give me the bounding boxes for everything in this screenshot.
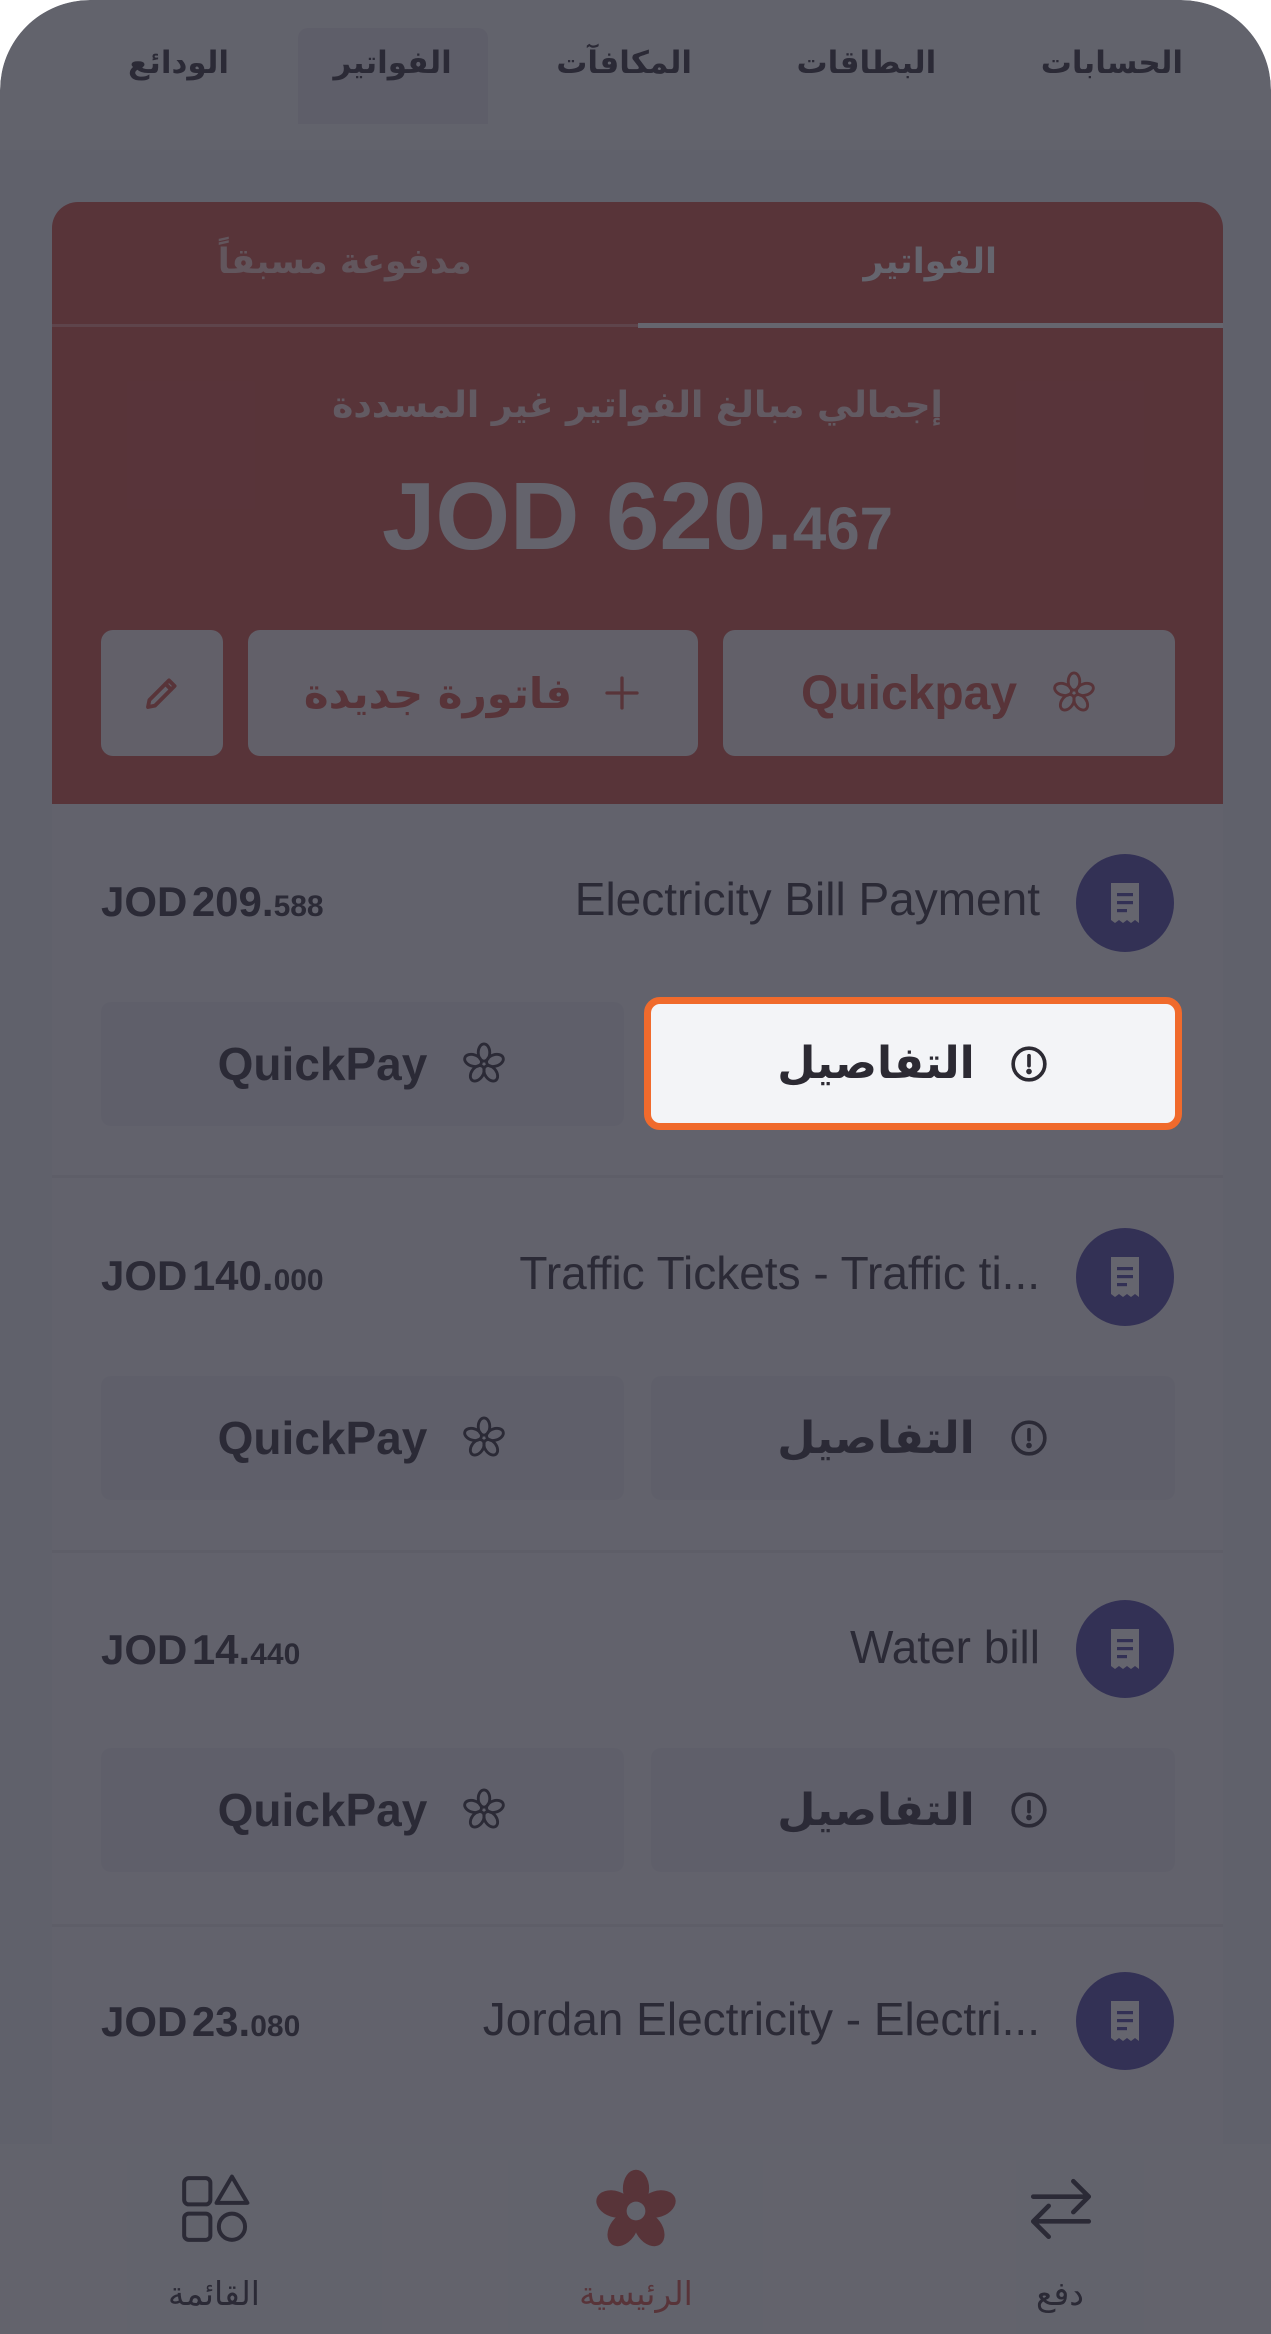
segment-active-indicator	[638, 323, 1223, 328]
flower-logo-icon	[463, 1416, 506, 1457]
pencil-icon	[146, 678, 177, 709]
segment-bills[interactable]: الفواتير	[638, 202, 1224, 326]
total-unpaid-amount: JOD 620.467	[52, 462, 1223, 572]
total-amount-major: 620.	[606, 463, 793, 570]
bill-receipt-icon	[1076, 1972, 1174, 2070]
total-amount-minor: 467	[792, 495, 893, 562]
info-icon	[1011, 1045, 1047, 1082]
tab-cards[interactable]: البطاقات	[760, 28, 972, 124]
bottom-navigation: القائمة الرئيسية دفع	[0, 2144, 1271, 2334]
bill-amount: JOD 23.080	[101, 1998, 301, 2045]
flower-logo-icon	[1053, 671, 1095, 712]
nav-menu[interactable]: القائمة	[64, 2144, 364, 2334]
nav-pay-label: دفع	[1035, 2274, 1085, 2313]
new-bill-button[interactable]: فاتورة جديدة	[248, 630, 698, 756]
tab-rewards[interactable]: المكافآت	[520, 28, 728, 124]
top-tab-bar: الحسابات البطاقات المكافآت الفواتير الود…	[0, 0, 1271, 150]
flower-logo-icon	[596, 2169, 676, 2247]
plus-icon	[605, 676, 639, 710]
nav-home[interactable]: الرئيسية	[486, 2144, 786, 2334]
total-currency: JOD	[381, 463, 580, 570]
bill-name: Electricity Bill Payment	[574, 873, 1040, 925]
bill-name: Traffic Tickets - Traffic ti...	[519, 1247, 1040, 1299]
shapes-menu-icon	[182, 2174, 250, 2242]
quickpay-button[interactable]: QuickPay	[101, 1748, 624, 1872]
nav-menu-label: القائمة	[168, 2274, 260, 2313]
transfer-arrows-icon	[1030, 2178, 1092, 2240]
info-icon	[1011, 1792, 1047, 1828]
tab-accounts[interactable]: الحسابات	[1005, 28, 1219, 124]
bill-amount: JOD 140.000	[101, 1252, 324, 1299]
total-unpaid-label: إجمالي مبالغ الفواتير غير المسددة	[332, 385, 943, 426]
flower-logo-icon	[463, 1788, 506, 1829]
quickpay-all-button[interactable]: Quickpay	[723, 630, 1175, 756]
bill-name: Jordan Electricity - Electri...	[482, 1993, 1040, 2045]
details-button[interactable]: التفاصيل	[651, 1376, 1175, 1500]
bill-name: Water bill	[850, 1621, 1040, 1673]
details-label: التفاصيل	[777, 1038, 975, 1089]
nav-pay[interactable]: دفع	[910, 2144, 1210, 2334]
details-button[interactable]: التفاصيل	[651, 1748, 1175, 1872]
app-screen: الحسابات البطاقات المكافآت الفواتير الود…	[0, 0, 1271, 2334]
bill-receipt-icon	[1076, 1228, 1174, 1326]
bill-amount: JOD 14.440	[101, 1626, 301, 1673]
new-bill-label: فاتورة جديدة	[303, 668, 573, 718]
quickpay-button[interactable]: QuickPay	[101, 1376, 624, 1500]
quickpay-label: Quickpay	[800, 666, 1018, 720]
bill-receipt-icon	[1076, 1600, 1174, 1698]
bills-segmented-control: الفواتير مدفوعة مسبقاً	[52, 202, 1223, 326]
tab-deposits[interactable]: الودائع	[92, 28, 265, 124]
info-icon	[1011, 1420, 1047, 1456]
flower-logo-icon	[463, 1042, 506, 1083]
details-button-highlighted[interactable]: التفاصيل	[644, 997, 1182, 1130]
bill-amount: JOD 209.588	[101, 878, 324, 925]
bill-receipt-icon	[1076, 854, 1174, 952]
quickpay-button[interactable]: QuickPay	[101, 1002, 624, 1126]
tab-bills[interactable]: الفواتير	[297, 28, 488, 124]
edit-bills-button[interactable]	[101, 630, 223, 756]
segment-prepaid[interactable]: مدفوعة مسبقاً	[52, 202, 638, 326]
nav-home-label: الرئيسية	[579, 2274, 693, 2313]
